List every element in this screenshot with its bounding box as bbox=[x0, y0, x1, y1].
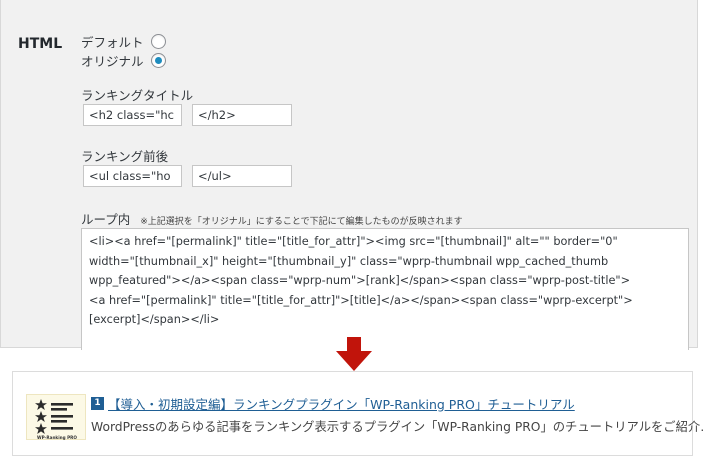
section-label-html: HTML bbox=[18, 36, 63, 52]
loop-note: ※上記選択を「オリジナル」にすることで下記にて編集したものが反映されます bbox=[140, 217, 463, 227]
post-title-link[interactable]: 【導入・初期設定編】ランキングプラグイン「WP-Ranking PRO」チュート… bbox=[108, 394, 575, 413]
ranking-title-close-input[interactable]: </h2> bbox=[192, 104, 292, 126]
ranking-title-open-input[interactable]: <h2 class="hc bbox=[83, 104, 182, 126]
loop-label-row: ループ内 ※上記選択を「オリジナル」にすることで下記にて編集したものが反映されま… bbox=[81, 209, 463, 228]
thumb-caption: WP-Ranking PRO bbox=[37, 435, 77, 440]
rank-badge: 1 bbox=[91, 397, 104, 410]
radio-original[interactable] bbox=[151, 52, 166, 68]
down-arrow-icon bbox=[336, 337, 372, 371]
ranking-title-label: ランキングタイトル bbox=[81, 88, 194, 103]
ranking-before-after-label: ランキング前後 bbox=[81, 149, 169, 164]
post-excerpt: WordPressのあらゆる記事をランキング表示するプラグイン「WP-Ranki… bbox=[91, 420, 705, 434]
radio-original-label[interactable]: オリジナル bbox=[81, 51, 151, 70]
radio-default[interactable] bbox=[151, 33, 166, 49]
ranking-wrap-close-input[interactable]: </ul> bbox=[192, 165, 292, 187]
ranking-wrap-open-input[interactable]: <ul class="ho bbox=[83, 165, 182, 187]
loop-label: ループ内 bbox=[81, 212, 131, 227]
html-settings-panel: HTML デフォルト オリジナル ランキングタイトル <h2 class="hc… bbox=[0, 0, 698, 350]
radio-default-label[interactable]: デフォルト bbox=[81, 32, 151, 51]
ranking-preview-card: WP-Ranking PRO 1 【導入・初期設定編】ランキングプラグイン「WP… bbox=[12, 371, 705, 456]
loop-template-textarea[interactable]: <li><a href="[permalink]" title="[title_… bbox=[81, 228, 689, 350]
post-thumbnail[interactable]: WP-Ranking PRO bbox=[26, 394, 86, 440]
radio-row-default[interactable]: デフォルト bbox=[81, 31, 166, 51]
radio-row-original[interactable]: オリジナル bbox=[81, 50, 166, 70]
ranking-list-icon: WP-Ranking PRO bbox=[35, 399, 77, 440]
